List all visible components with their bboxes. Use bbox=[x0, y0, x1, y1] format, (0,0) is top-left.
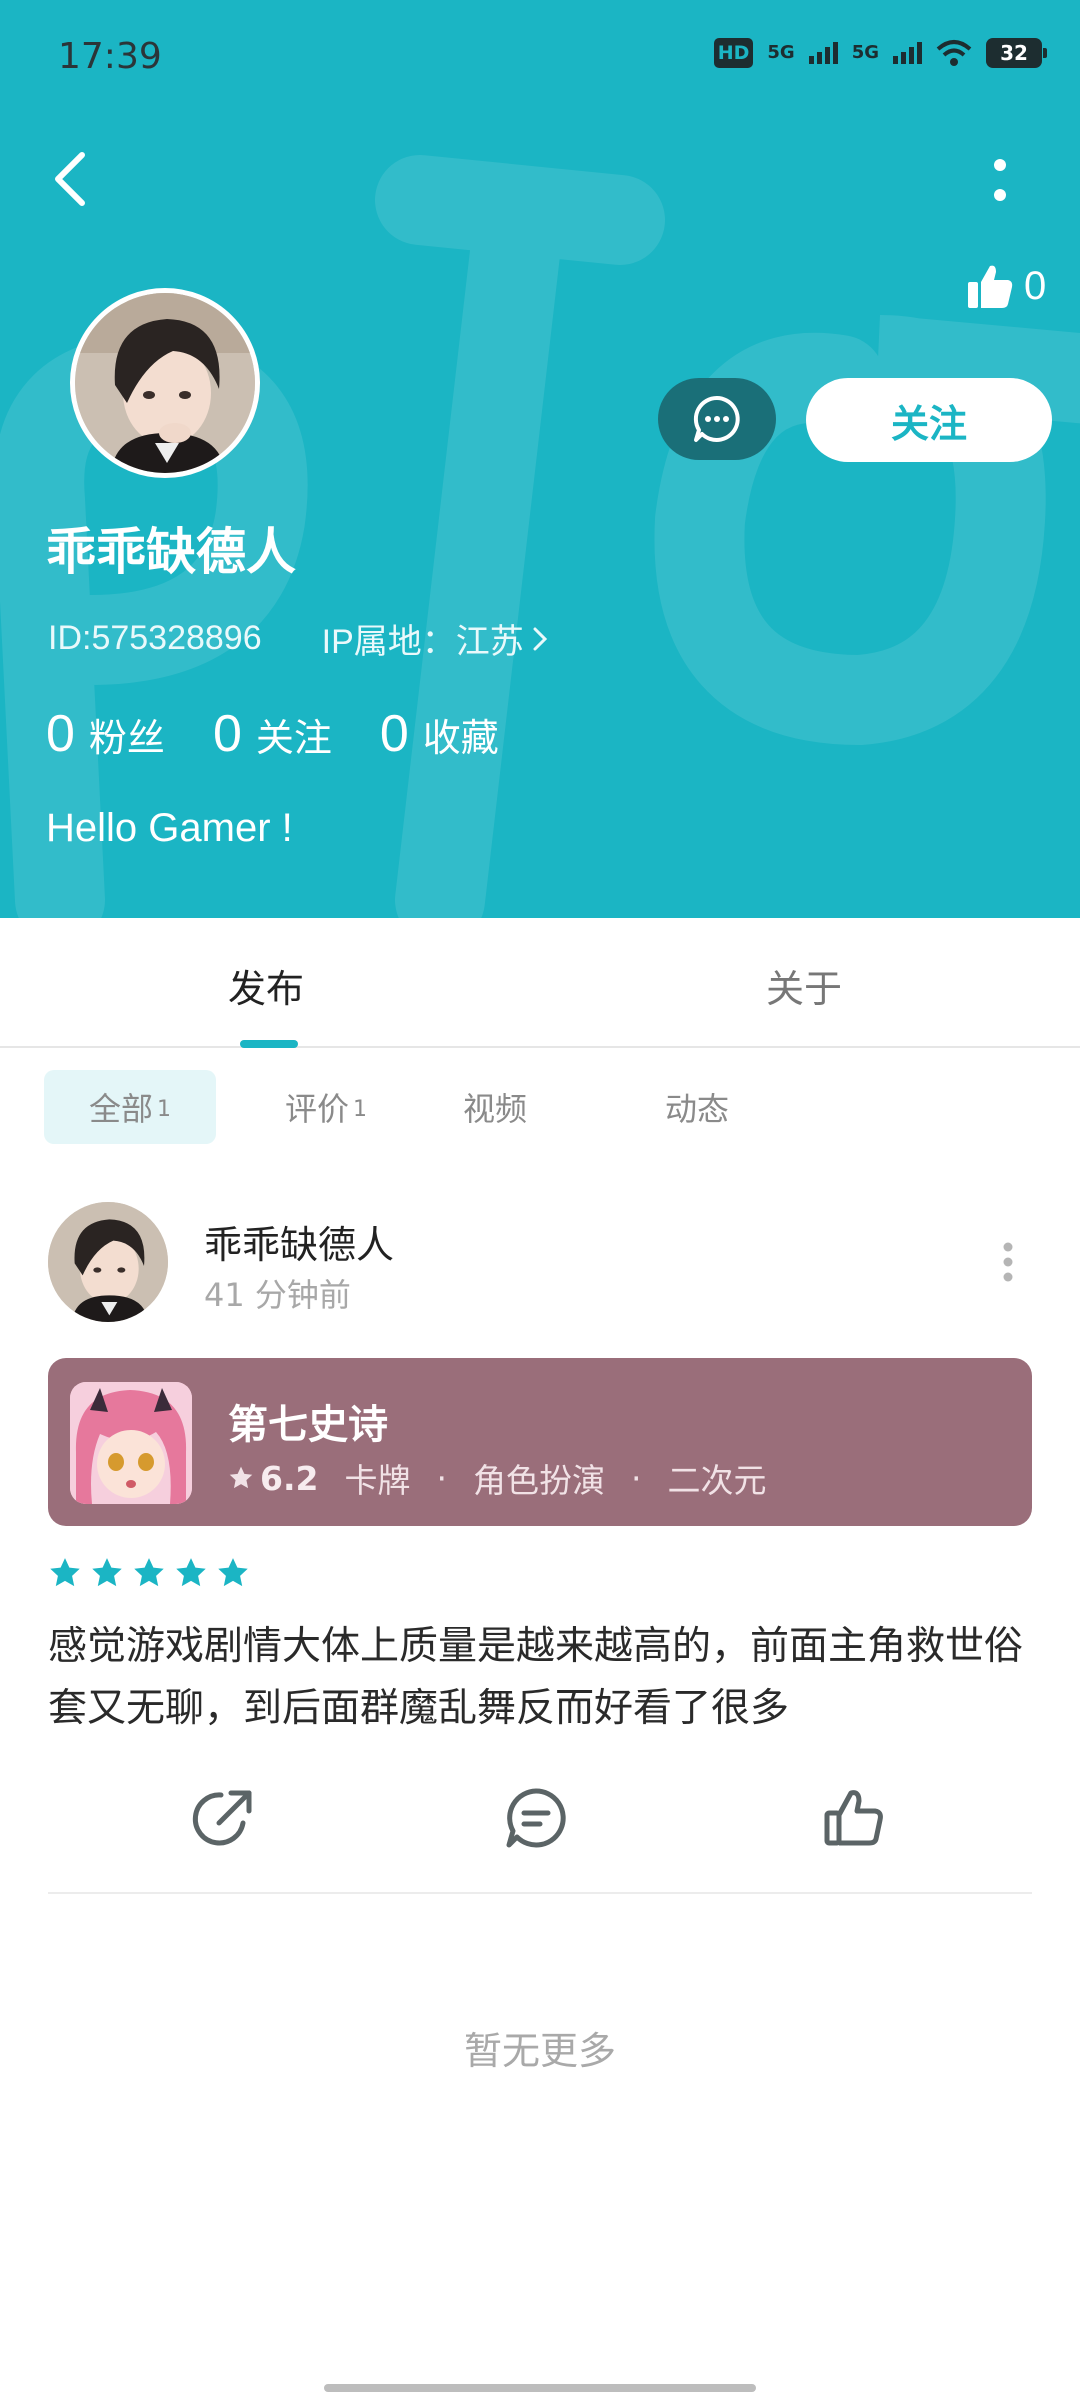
profile-stats: 0 粉丝 0 关注 0 收藏 bbox=[46, 704, 547, 764]
game-card[interactable]: 第七史诗 6.2 卡牌 · 角色扮演 · 二次元 bbox=[48, 1358, 1032, 1526]
game-icon-image bbox=[70, 1382, 192, 1504]
profile-username: 乖乖缺德人 bbox=[46, 523, 296, 581]
subtab-all-count: 1 bbox=[157, 1096, 171, 1122]
chat-bubble-icon bbox=[693, 395, 740, 442]
star-filled-icon bbox=[92, 1558, 122, 1587]
subtab-videos-label: 视频 bbox=[462, 1090, 527, 1128]
stat-fans-label: 粉丝 bbox=[88, 716, 165, 760]
main-tab-bar: 发布 关于 bbox=[0, 918, 1080, 1048]
status-icons: HD 5G 5G 32 bbox=[713, 38, 1047, 68]
sub-tab-bar: 全部 1 评价 1 视频 动态 bbox=[44, 1070, 762, 1144]
star-filled-icon bbox=[218, 1558, 248, 1587]
profile-id-line: ID:575328896 IP属地：江苏 bbox=[48, 614, 548, 663]
tab-about[interactable]: 关于 bbox=[766, 958, 842, 1013]
stat-favorites[interactable]: 0 收藏 bbox=[380, 704, 499, 764]
like-counter[interactable]: 0 bbox=[966, 262, 1046, 310]
stat-fans[interactable]: 0 粉丝 bbox=[46, 704, 165, 764]
tag-separator: · bbox=[630, 1458, 642, 1498]
comment-icon bbox=[506, 1788, 566, 1848]
post-timestamp: 41 分钟前 bbox=[204, 1276, 351, 1314]
post-author-name[interactable]: 乖乖缺德人 bbox=[204, 1214, 394, 1269]
wifi-icon bbox=[936, 40, 972, 66]
post-more-button[interactable] bbox=[990, 1232, 1026, 1292]
subtab-activity[interactable]: 动态 bbox=[632, 1070, 762, 1144]
comment-button[interactable] bbox=[500, 1782, 572, 1854]
thumbs-up-icon bbox=[968, 265, 1013, 308]
subtab-reviews-label: 评价 bbox=[284, 1090, 349, 1128]
star-icon bbox=[229, 1466, 253, 1489]
tag-separator: · bbox=[436, 1458, 447, 1498]
review-star-rating bbox=[48, 1556, 250, 1590]
network-5g-label-2: 5G bbox=[851, 42, 879, 63]
chevron-left-icon bbox=[55, 152, 85, 206]
share-icon bbox=[192, 1790, 252, 1846]
hd-icon: HD bbox=[713, 38, 754, 68]
tab-posts[interactable]: 发布 bbox=[228, 958, 304, 1013]
subtab-all[interactable]: 全部 1 bbox=[44, 1070, 216, 1144]
stat-fans-count: 0 bbox=[46, 705, 75, 763]
subtab-reviews-count: 1 bbox=[353, 1096, 367, 1122]
share-button[interactable] bbox=[188, 1782, 260, 1854]
game-meta: 6.2 卡牌 · 角色扮演 · 二次元 bbox=[228, 1454, 766, 1502]
game-icon bbox=[70, 1382, 192, 1504]
profile-bio: Hello Gamer ! bbox=[46, 806, 293, 850]
avatar-image bbox=[75, 293, 255, 473]
stat-following-label: 关注 bbox=[255, 716, 332, 760]
star-filled-icon bbox=[50, 1558, 80, 1587]
subtab-activity-label: 动态 bbox=[664, 1090, 729, 1128]
profile-header: 17:39 HD 5G 5G 32 0 关注 乖乖缺德人 ID:57532889… bbox=[0, 0, 1080, 918]
stat-following-count: 0 bbox=[212, 705, 242, 763]
subtab-all-label: 全部 bbox=[88, 1090, 153, 1128]
back-button[interactable] bbox=[42, 146, 98, 212]
subtab-reviews[interactable]: 评价 1 bbox=[232, 1070, 420, 1144]
post-avatar-image bbox=[48, 1202, 168, 1322]
message-button[interactable] bbox=[658, 378, 776, 460]
more-options-button[interactable] bbox=[978, 150, 1022, 210]
more-vertical-icon bbox=[1003, 1242, 1013, 1282]
ip-location-link[interactable]: IP属地：江苏 bbox=[322, 614, 548, 663]
status-bar: 17:39 HD 5G 5G 32 bbox=[0, 0, 1080, 120]
more-vertical-icon bbox=[994, 159, 1006, 201]
post-content: 感觉游戏剧情大体上质量是越来越高的，前面主角救世俗套又无聊，到后面群魔乱舞反而好… bbox=[48, 1624, 1024, 1731]
thumbs-up-icon bbox=[824, 1790, 883, 1846]
follow-button[interactable]: 关注 bbox=[806, 378, 1052, 462]
post-author-avatar[interactable] bbox=[48, 1202, 168, 1322]
network-5g-label: 5G bbox=[767, 42, 795, 63]
star-filled-icon bbox=[134, 1558, 164, 1587]
stat-favorites-label: 收藏 bbox=[422, 716, 499, 760]
game-tag: 二次元 bbox=[667, 1461, 767, 1500]
user-id: ID:575328896 bbox=[48, 619, 262, 657]
battery-icon: 32 bbox=[986, 38, 1047, 68]
home-indicator[interactable] bbox=[324, 2384, 756, 2392]
post-action-bar bbox=[0, 1782, 1080, 1854]
game-tag: 卡牌 bbox=[344, 1461, 411, 1500]
ip-location-label: IP属地：江苏 bbox=[321, 623, 524, 661]
game-rating: 6.2 bbox=[260, 1458, 319, 1498]
chevron-right-icon bbox=[533, 627, 547, 650]
like-button[interactable] bbox=[818, 1782, 890, 1854]
stat-following[interactable]: 0 关注 bbox=[213, 704, 332, 764]
star-filled-icon bbox=[176, 1558, 206, 1587]
avatar[interactable] bbox=[70, 288, 260, 478]
stat-favorites-count: 0 bbox=[379, 705, 409, 763]
end-of-list-text: 暂无更多 bbox=[463, 2029, 616, 2073]
status-time: 17:39 bbox=[58, 36, 162, 77]
like-count: 0 bbox=[1024, 263, 1047, 308]
divider bbox=[48, 1892, 1032, 1894]
signal-icon-2 bbox=[893, 42, 922, 64]
game-tag: 角色扮演 bbox=[472, 1461, 605, 1500]
signal-icon bbox=[808, 42, 838, 64]
tab-indicator bbox=[240, 1040, 298, 1048]
game-name: 第七史诗 bbox=[228, 1402, 388, 1448]
subtab-videos[interactable]: 视频 bbox=[430, 1070, 560, 1144]
